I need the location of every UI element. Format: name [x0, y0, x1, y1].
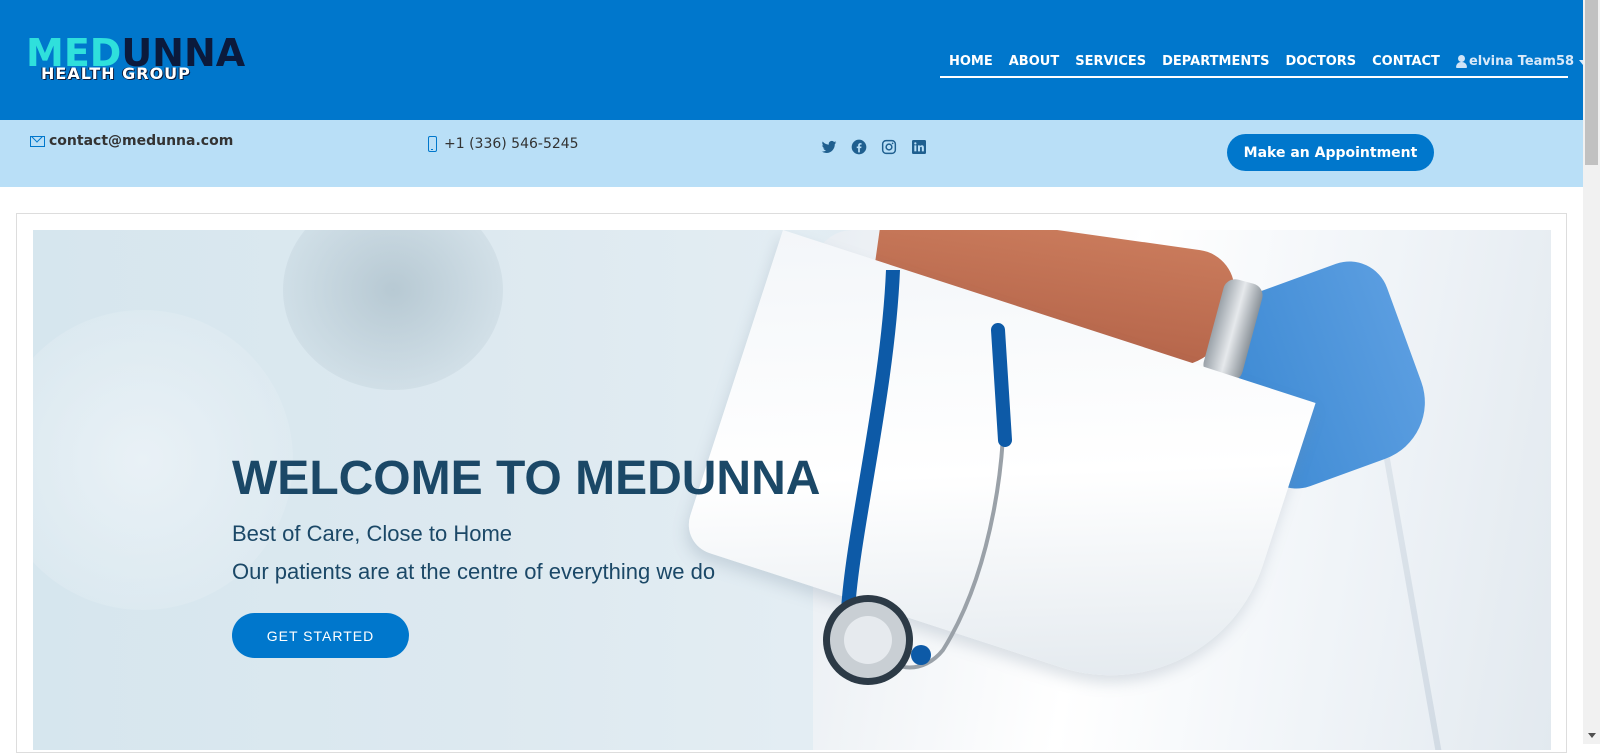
main-nav: HOME ABOUT SERVICES DEPARTMENTS DOCTORS … — [940, 48, 1588, 78]
user-icon — [1455, 55, 1467, 69]
hero-subtitle-2: Our patients are at the centre of everyt… — [232, 559, 716, 584]
social-links — [820, 138, 940, 156]
scroll-down-arrow-icon[interactable] — [1588, 733, 1596, 738]
nav-about[interactable]: ABOUT — [1009, 50, 1059, 74]
logo-tagline: HEALTH GROUP — [41, 64, 191, 83]
stethoscope-image — [823, 270, 1012, 685]
site-header: MEDUNNA HEALTH GROUP HOME ABOUT SERVICES… — [0, 0, 1588, 120]
hero-title: WELCOME TO MEDUNNA — [232, 452, 821, 505]
contact-bar: contact@medunna.com +1 (336) 546-5245 Ma… — [0, 120, 1583, 187]
phone-text: +1 (336) 546-5245 — [444, 136, 579, 152]
nav-services[interactable]: SERVICES — [1075, 50, 1146, 74]
instagram-icon[interactable] — [880, 138, 898, 156]
hero-content: WELCOME TO MEDUNNA Best of Care, Close t… — [232, 452, 820, 658]
contact-phone: +1 (336) 546-5245 — [428, 136, 579, 152]
nav-contact[interactable]: CONTACT — [1372, 50, 1440, 74]
facebook-icon[interactable] — [850, 138, 868, 156]
page-scrollbar[interactable] — [1583, 0, 1600, 744]
envelope-icon — [30, 135, 45, 147]
linkedin-icon[interactable] — [910, 138, 928, 156]
get-started-button[interactable]: GET STARTED — [232, 613, 409, 658]
hero-banner: WELCOME TO MEDUNNA Best of Care, Close t… — [33, 230, 1551, 750]
nav-home[interactable]: HOME — [949, 50, 993, 74]
scrollbar-thumb[interactable] — [1585, 0, 1598, 165]
twitter-icon[interactable] — [820, 138, 838, 156]
mobile-phone-icon — [428, 136, 437, 152]
hero-subtitle: Best of Care, Close to Home — [232, 521, 513, 546]
nav-departments[interactable]: DEPARTMENTS — [1162, 50, 1269, 74]
medunna-logo[interactable]: MEDUNNA HEALTH GROUP — [26, 34, 316, 86]
make-appointment-button[interactable]: Make an Appointment — [1227, 134, 1434, 171]
user-name: elvina Team58 — [1468, 54, 1575, 69]
email-text: contact@medunna.com — [49, 133, 234, 149]
user-account-dropdown[interactable]: elvina Team58 — [1455, 50, 1588, 74]
contact-email[interactable]: contact@medunna.com — [30, 133, 233, 149]
nav-doctors[interactable]: DOCTORS — [1285, 50, 1356, 74]
doctor-image — [681, 230, 1551, 750]
